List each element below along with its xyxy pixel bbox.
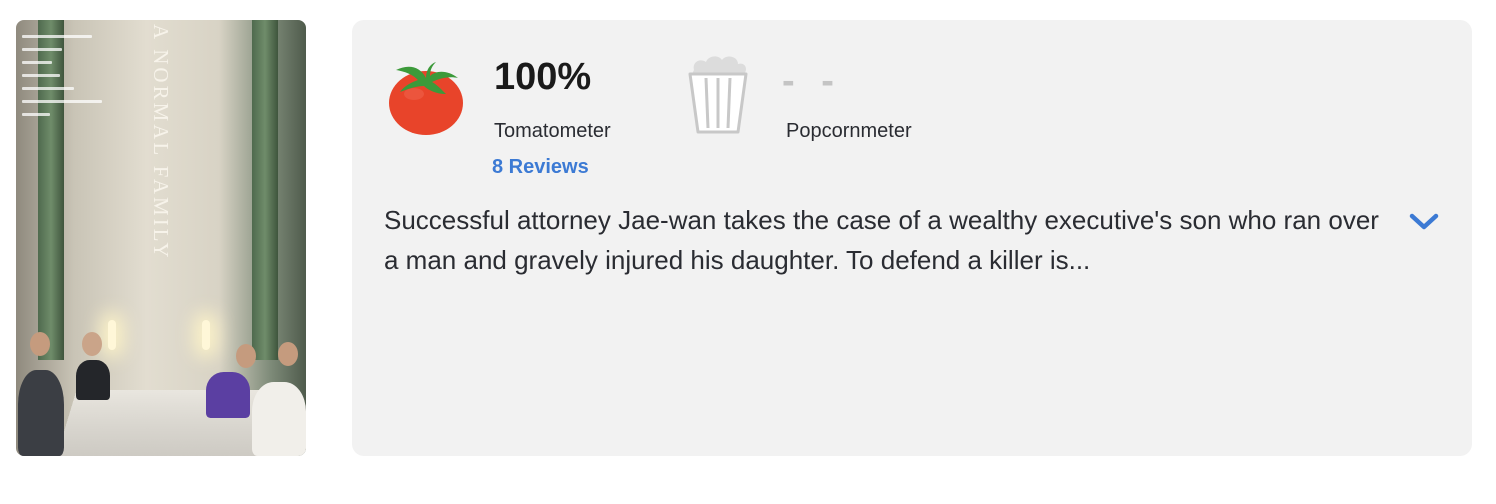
poster-person-head [82, 332, 102, 356]
poster-credits [22, 28, 132, 126]
poster-person-head [236, 344, 256, 368]
movie-info-panel: 100% Tomatometer 8 Reviews - - Popcornme… [352, 20, 1472, 456]
poster-lamp [108, 320, 116, 350]
poster-person [76, 360, 110, 400]
poster-title: A NORMAL FAMILY [149, 24, 173, 261]
movie-poster[interactable]: A NORMAL FAMILY [16, 20, 306, 456]
popcornmeter-label: Popcornmeter [786, 120, 912, 142]
poster-lamp [202, 320, 210, 350]
tomatometer-score: 100% [494, 56, 592, 98]
expand-synopsis-button[interactable] [1402, 204, 1446, 240]
poster-person [18, 370, 64, 456]
poster-person [206, 372, 250, 418]
empty-popcorn-bucket-icon [688, 56, 748, 134]
poster-person-head [30, 332, 50, 356]
popcornmeter-score: - - [782, 60, 842, 102]
synopsis-text: Successful attorney Jae-wan takes the ca… [384, 205, 1379, 275]
poster-person-head [278, 342, 298, 366]
tomatometer-label: Tomatometer [494, 120, 611, 142]
fresh-tomato-icon [389, 62, 463, 135]
chevron-down-icon [1409, 213, 1439, 230]
poster-person [252, 382, 306, 456]
reviews-count-link[interactable]: 8 Reviews [492, 156, 589, 179]
poster-pillar [252, 20, 278, 360]
